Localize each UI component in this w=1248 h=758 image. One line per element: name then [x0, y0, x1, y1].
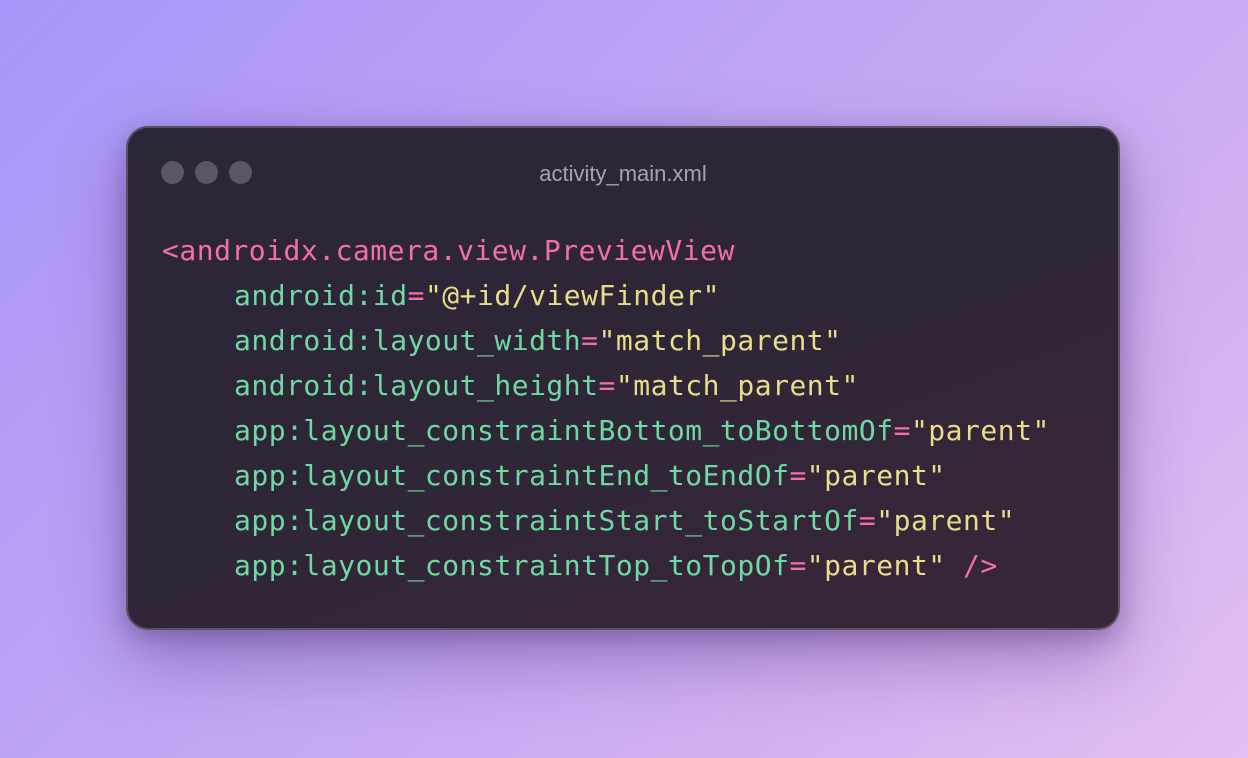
code-line: app:layout_constraintTop_toTopOf="parent… [162, 543, 1050, 588]
window-title: activity_main.xml [539, 161, 707, 186]
tag-open: <androidx.camera.view.PreviewView [162, 234, 735, 267]
attribute-name: android:layout_height [234, 369, 599, 402]
code-block: <androidx.camera.view.PreviewView android… [162, 228, 1050, 588]
attribute-name: app:layout_constraintBottom_toBottomOf [234, 414, 894, 447]
equals-sign: = [893, 414, 911, 447]
equals-sign: = [789, 549, 807, 582]
code-line: app:layout_constraintEnd_toEndOf="parent… [162, 453, 1050, 498]
attribute-name: android:id [234, 279, 408, 312]
equals-sign: = [858, 504, 877, 537]
code-line: app:layout_constraintStart_toStartOf="pa… [162, 498, 1050, 543]
attribute-name: app:layout_constraintEnd_toEndOf [234, 459, 790, 492]
attribute-value: "parent" [876, 504, 1016, 537]
equals-sign: = [598, 369, 616, 402]
attribute-value: "parent" [806, 549, 946, 582]
attribute-value: "parent" [806, 459, 946, 492]
tag-close: /> [945, 549, 998, 582]
attribute-name: android:layout_width [234, 324, 582, 357]
code-line: android:layout_width="match_parent" [162, 318, 1050, 363]
attribute-value: "parent" [910, 414, 1050, 447]
attribute-value: "match_parent" [615, 369, 859, 402]
attribute-name: app:layout_constraintStart_toStartOf [234, 504, 859, 537]
attribute-value: "match_parent" [598, 324, 842, 357]
attribute-value: "@+id/viewFinder" [424, 279, 721, 312]
code-line: android:id="@+id/viewFinder" [162, 273, 1050, 318]
code-line: android:layout_height="match_parent" [162, 363, 1050, 408]
equals-sign: = [581, 324, 599, 357]
equals-sign: = [407, 279, 425, 312]
code-line: app:layout_constraintBottom_toBottomOf="… [162, 408, 1050, 453]
code-line-tag-open: <androidx.camera.view.PreviewView [162, 228, 1050, 273]
code-window: activity_main.xml <androidx.camera.view.… [126, 126, 1120, 630]
equals-sign: = [789, 459, 807, 492]
attribute-name: app:layout_constraintTop_toTopOf [234, 549, 790, 582]
